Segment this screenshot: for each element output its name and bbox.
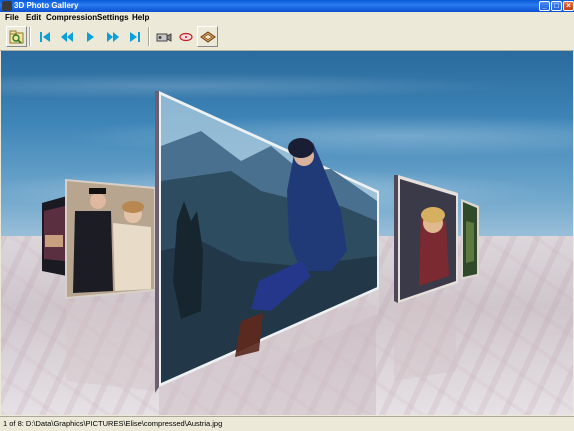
app-icon xyxy=(2,1,12,11)
toolbar-separator xyxy=(148,27,150,46)
close-button[interactable]: × xyxy=(563,1,574,11)
title-bar[interactable]: 3D Photo Gallery _ □ × xyxy=(0,0,574,12)
menu-settings[interactable]: Settings xyxy=(97,12,129,24)
gallery-scene xyxy=(42,91,479,415)
previous-photo-button[interactable] xyxy=(56,26,77,47)
reflection xyxy=(394,293,456,381)
last-photo-icon xyxy=(129,31,140,42)
toolbar-separator xyxy=(29,27,31,46)
camera-icon xyxy=(156,32,171,42)
app-window: 3D Photo Gallery _ □ × File Edit Compres… xyxy=(0,0,574,431)
toolbar xyxy=(0,24,574,51)
status-text: 1 of 8: D:\Data\Graphics\PICTURES\Elise\… xyxy=(3,419,223,428)
menu-file[interactable]: File xyxy=(5,12,19,24)
first-photo-icon xyxy=(39,31,50,42)
next-photo-icon xyxy=(106,31,119,42)
ellipse-icon xyxy=(178,32,193,41)
minimize-button[interactable]: _ xyxy=(539,1,550,11)
menu-compression[interactable]: Compression xyxy=(46,12,97,24)
menu-edit[interactable]: Edit xyxy=(26,12,41,24)
previous-photo-icon xyxy=(60,31,73,42)
maximize-button[interactable]: □ xyxy=(551,1,562,11)
play-icon xyxy=(86,31,94,42)
photo-far-left[interactable] xyxy=(42,196,67,276)
play-button[interactable] xyxy=(79,26,100,47)
photo-far-right[interactable] xyxy=(461,199,479,280)
gallery-viewport[interactable] xyxy=(1,51,573,415)
menu-help[interactable]: Help xyxy=(132,12,149,24)
window-title: 3D Photo Gallery xyxy=(14,1,79,10)
frame-icon xyxy=(199,30,216,43)
open-folder-button[interactable] xyxy=(6,26,27,47)
first-photo-button[interactable] xyxy=(34,26,55,47)
photo-child[interactable] xyxy=(394,175,458,303)
camera-button[interactable] xyxy=(153,26,174,47)
frame-button[interactable] xyxy=(197,26,218,47)
open-folder-icon xyxy=(9,30,23,44)
status-bar: 1 of 8: D:\Data\Graphics\PICTURES\Elise\… xyxy=(0,416,574,431)
ellipse-button[interactable] xyxy=(175,26,196,47)
menu-bar: File Edit Compression Settings Help xyxy=(0,12,574,24)
reflection xyxy=(66,301,156,391)
next-photo-button[interactable] xyxy=(102,26,123,47)
last-photo-button[interactable] xyxy=(124,26,145,47)
photo-couple[interactable] xyxy=(65,179,156,299)
